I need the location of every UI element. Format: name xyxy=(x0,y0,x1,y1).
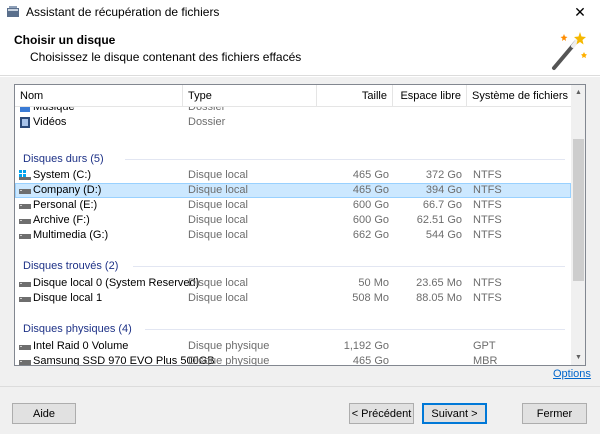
close-icon[interactable]: ✕ xyxy=(560,0,600,24)
group-header-physical-disks[interactable]: Disques physiques (4) xyxy=(23,321,132,337)
column-size[interactable]: Taille xyxy=(317,85,393,107)
table-row[interactable]: Archive (F:) Disque local 600 Go 62.51 G… xyxy=(15,213,571,228)
app-icon xyxy=(7,6,19,17)
previous-button[interactable]: < Précédent xyxy=(349,403,414,424)
table-row[interactable]: Disque local 1 Disque local 508 Mo 88.05… xyxy=(15,291,571,306)
drive-icon xyxy=(19,219,31,224)
drive-icon xyxy=(19,360,31,365)
wizard-header: Choisir un disque Choisissez le disque c… xyxy=(0,24,600,76)
drive-rows: Musique Dossier Vidéos Dossier Disques d… xyxy=(15,107,571,365)
video-folder-icon xyxy=(20,117,30,128)
drive-list[interactable]: Nom Type Taille Espace libre Système de … xyxy=(14,84,586,366)
magic-wand-icon xyxy=(552,32,587,70)
column-free-space[interactable]: Espace libre xyxy=(393,85,467,107)
table-row[interactable]: Personal (E:) Disque local 600 Go 66.7 G… xyxy=(15,198,571,213)
next-button[interactable]: Suivant > xyxy=(422,403,487,424)
column-type[interactable]: Type xyxy=(183,85,317,107)
page-title: Choisir un disque xyxy=(14,33,116,47)
table-row[interactable]: System (C:) Disque local 465 Go 372 Go N… xyxy=(15,168,571,183)
drive-icon xyxy=(19,282,31,287)
group-divider xyxy=(145,329,565,330)
list-item[interactable]: Vidéos Dossier xyxy=(15,115,571,130)
table-row[interactable]: Intel Raid 0 Volume Disque physique 1,19… xyxy=(15,339,571,354)
windows-drive-icon xyxy=(19,170,31,180)
footer-divider xyxy=(0,386,600,387)
table-row[interactable]: Multimedia (G:) Disque local 662 Go 544 … xyxy=(15,228,571,243)
table-row-selected[interactable]: Company (D:) Disque local 465 Go 394 Go … xyxy=(15,183,571,198)
vertical-scrollbar[interactable]: ▲ ▼ xyxy=(571,85,585,365)
close-button[interactable]: Fermer xyxy=(522,403,587,424)
drive-icon xyxy=(19,204,31,209)
list-item[interactable]: Musique Dossier xyxy=(15,107,571,115)
help-button[interactable]: Aide xyxy=(12,403,76,424)
column-file-system[interactable]: Système de fichiers xyxy=(467,85,571,107)
group-divider xyxy=(125,159,565,160)
page-subtitle: Choisissez le disque contenant des fichi… xyxy=(30,50,302,64)
group-divider xyxy=(133,266,565,267)
drive-icon xyxy=(19,345,31,350)
table-row[interactable]: Samsung SSD 970 EVO Plus 500GB Disque ph… xyxy=(15,354,571,365)
drive-icon xyxy=(19,234,31,239)
drive-icon xyxy=(19,189,31,194)
table-row[interactable]: Disque local 0 (System Reserved) Disque … xyxy=(15,276,571,291)
music-folder-icon xyxy=(20,107,30,112)
group-header-found-disks[interactable]: Disques trouvés (2) xyxy=(23,258,118,274)
window-title: Assistant de récupération de fichiers xyxy=(26,5,220,19)
drive-icon xyxy=(19,297,31,302)
title-bar: Assistant de récupération de fichiers ✕ xyxy=(0,0,600,24)
column-name[interactable]: Nom xyxy=(15,85,183,107)
scroll-down-arrow-icon[interactable]: ▼ xyxy=(571,350,585,365)
options-link[interactable]: Options xyxy=(553,368,591,380)
column-header: Nom Type Taille Espace libre Système de … xyxy=(15,85,571,107)
group-header-hard-disks[interactable]: Disques durs (5) xyxy=(23,151,104,167)
scrollbar-thumb[interactable] xyxy=(573,139,584,281)
scroll-up-arrow-icon[interactable]: ▲ xyxy=(571,85,585,100)
